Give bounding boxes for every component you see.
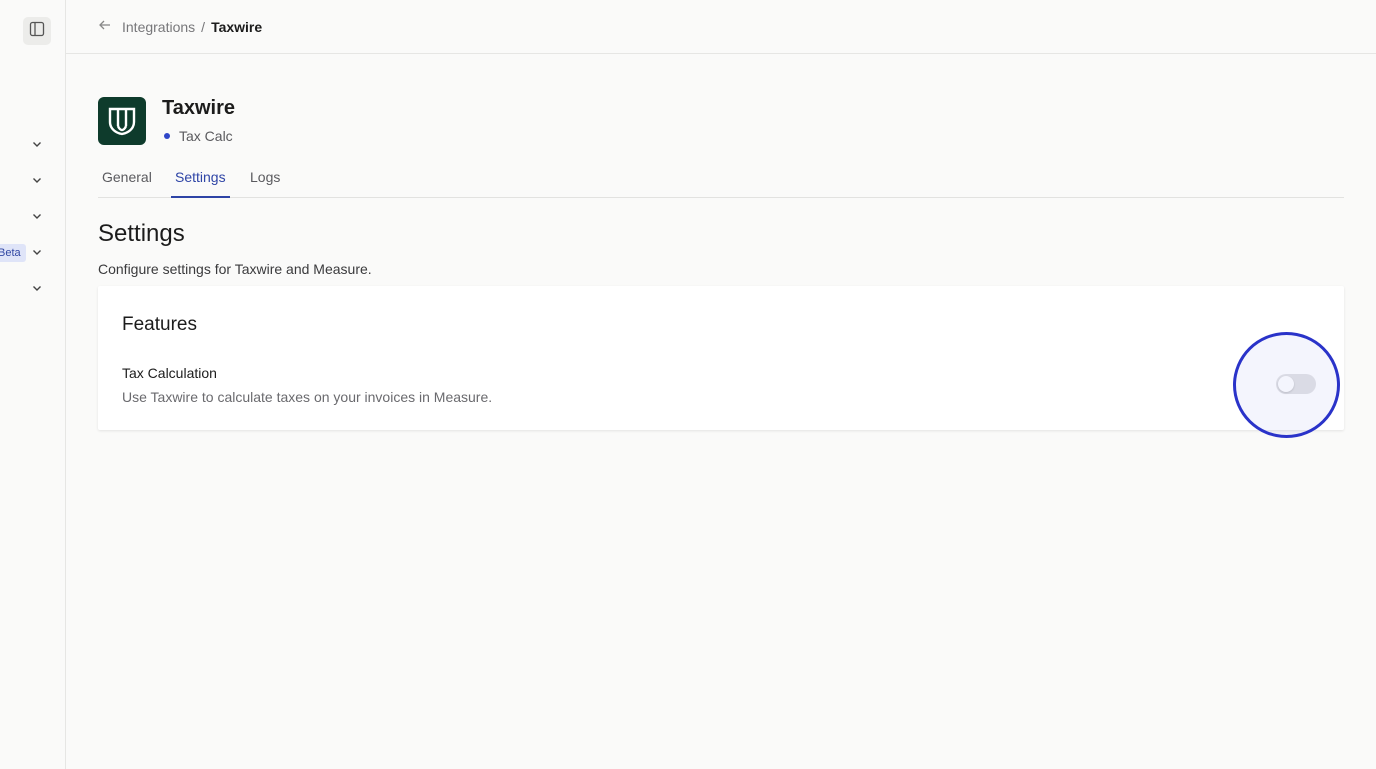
breadcrumb-integrations-link[interactable]: Integrations xyxy=(122,17,195,37)
nav-group-5-chevron-down-icon[interactable] xyxy=(28,279,46,297)
taxwire-logo xyxy=(98,97,146,145)
integration-category: Tax Calc xyxy=(179,128,233,144)
tab-settings[interactable]: Settings xyxy=(171,168,230,198)
integration-subtitle: Tax Calc xyxy=(162,127,233,145)
tax-calculation-label: Tax Calculation xyxy=(122,365,217,381)
breadcrumb: Integrations / Taxwire xyxy=(122,17,262,37)
arrow-left-icon[interactable] xyxy=(97,17,113,33)
tax-calculation-toggle[interactable] xyxy=(1276,374,1316,394)
breadcrumb-current: Taxwire xyxy=(211,19,263,35)
status-dot-icon xyxy=(164,133,170,139)
beta-badge: Beta xyxy=(0,244,26,262)
nav-group-4-chevron-down-icon[interactable] xyxy=(28,243,46,261)
tab-logs[interactable]: Logs xyxy=(250,168,280,198)
taxwire-logo-icon xyxy=(108,107,136,136)
nav-group-3-chevron-down-icon[interactable] xyxy=(28,207,46,225)
top-bar: Integrations / Taxwire xyxy=(66,0,1376,54)
page-title: Taxwire xyxy=(162,97,235,119)
breadcrumb-separator: / xyxy=(201,19,206,35)
settings-description: Configure settings for Taxwire and Measu… xyxy=(98,261,372,277)
tab-general[interactable]: General xyxy=(102,168,152,198)
toggle-knob xyxy=(1278,376,1294,392)
tax-calculation-description: Use Taxwire to calculate taxes on your i… xyxy=(122,389,493,405)
nav-group-1-chevron-down-icon[interactable] xyxy=(28,135,46,153)
tab-bar: General Settings Logs xyxy=(98,160,1344,198)
nav-group-2-chevron-down-icon[interactable] xyxy=(28,171,46,189)
left-rail: Beta xyxy=(0,0,66,769)
features-card: Features Tax Calculation Use Taxwire to … xyxy=(98,286,1344,430)
settings-heading: Settings xyxy=(98,220,185,247)
sidebar-toggle-button[interactable] xyxy=(23,17,51,45)
features-title: Features xyxy=(122,314,197,335)
sidebar-panel-icon xyxy=(29,21,45,42)
